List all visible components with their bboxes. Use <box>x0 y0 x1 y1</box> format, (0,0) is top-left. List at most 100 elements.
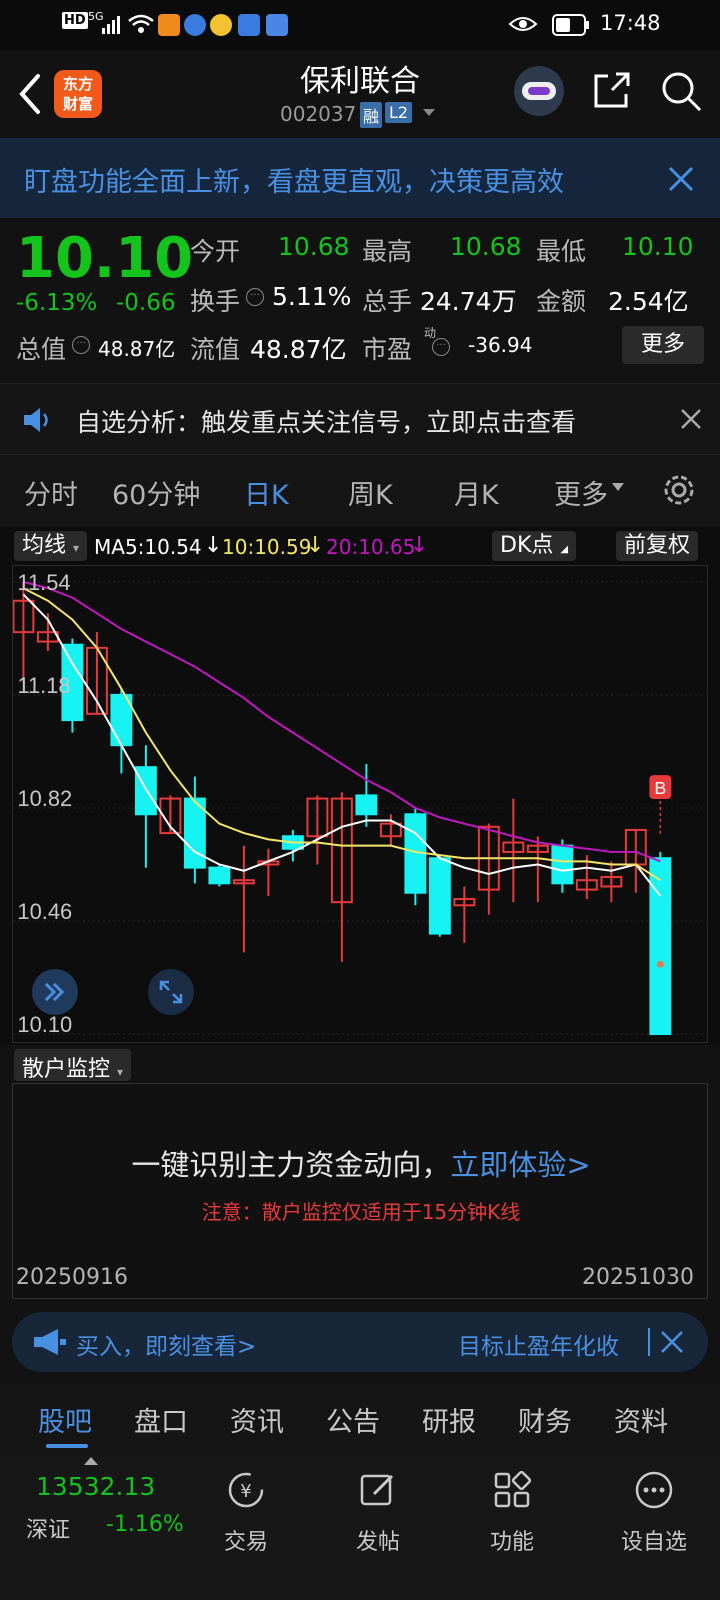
tab-60min[interactable]: 60分钟 <box>112 473 200 512</box>
search-icon[interactable] <box>660 70 702 112</box>
feature-banner[interactable]: 盯盘功能全面上新，看盘更直观，决策更高效 <box>0 138 720 218</box>
close-icon[interactable] <box>680 408 702 430</box>
notice-text: 自选分析：触发重点关注信号，立即点击查看 <box>76 408 577 437</box>
retail-note: 注意：散户监控仅适用于15分钟K线 <box>201 1200 521 1224</box>
bottom-toolbar: 13532.13 深证 -1.16% ¥ 交易 发帖 功能 设自选 <box>0 1450 720 1600</box>
change-percent: -6.13% <box>16 290 98 316</box>
app-notification-icon <box>184 14 206 36</box>
eye-icon <box>508 17 538 31</box>
amount-value: 2.54亿 <box>608 287 689 316</box>
y-tick-label: 11.18 <box>17 673 70 698</box>
ma5-legend: MA5:10.54 <box>94 535 202 559</box>
retail-monitor-panel: 散户监控 ▾ 一键识别主力资金动向，立即体验> 注意：散户监控仅适用于15分钟K… <box>0 1045 720 1315</box>
last-price-dot <box>656 960 664 968</box>
yen-cycle-icon: ¥ <box>228 1472 264 1508</box>
retail-monitor-selector[interactable]: 散户监控 ▾ <box>14 1049 132 1082</box>
index-value[interactable]: 13532.13 <box>36 1472 155 1501</box>
app-notification-icon <box>266 14 288 36</box>
info-icon[interactable]: ··· <box>246 288 264 306</box>
close-icon[interactable] <box>660 1330 684 1354</box>
speaker-icon <box>24 408 48 432</box>
dk-point-toggle[interactable]: DK点 ◢ <box>492 531 577 561</box>
app-notification-icon <box>210 14 232 36</box>
retail-headline: 一键识别主力资金动向， <box>131 1148 451 1182</box>
pe-superscript: 动 <box>424 326 437 340</box>
float-label: 流值 <box>190 335 241 364</box>
tab-forum[interactable]: 股吧 <box>38 1400 92 1439</box>
level2-tag: L2 <box>385 102 413 123</box>
tab-daily-k[interactable]: 日K <box>244 473 289 512</box>
trade-button[interactable]: ¥ 交易 <box>186 1470 306 1556</box>
divider <box>648 1328 650 1356</box>
kline-plot[interactable]: B 11.54 11.18 10.82 10.46 10.10 <box>12 565 708 1043</box>
ma-selector[interactable]: 均线 ▾ <box>14 531 88 561</box>
tab-profile[interactable]: 资料 <box>614 1400 668 1439</box>
buy-marker-label: B <box>654 778 666 798</box>
try-now-link[interactable]: 立即体验> <box>450 1148 590 1182</box>
low-value: 10.10 <box>622 232 694 261</box>
float-value: 48.87亿 <box>250 335 347 364</box>
gear-icon[interactable] <box>660 471 698 509</box>
open-value: 10.68 <box>278 232 350 261</box>
info-icon[interactable]: ··· <box>432 338 450 356</box>
kline-chart[interactable]: 均线 ▾ MA5:10.54 ↓ 10:10.59 ↓ 20:10.65 ↓ D… <box>0 527 720 1045</box>
app-notification-icon <box>238 14 260 36</box>
post-button[interactable]: 发帖 <box>318 1470 438 1556</box>
stock-code: 002037 <box>280 102 357 126</box>
period-tabs: 分时 60分钟 日K 周K 月K 更多 <box>0 455 720 527</box>
tab-intraday[interactable]: 分时 <box>24 473 78 512</box>
tab-announcements[interactable]: 公告 <box>326 1400 380 1439</box>
turnover-value: 5.11% <box>272 282 352 311</box>
promo-bar[interactable]: 买入，即刻查看> 目标止盈年化收 <box>12 1312 708 1372</box>
ma5-arrow-icon: ↓ <box>204 533 223 558</box>
share-icon[interactable] <box>592 70 632 110</box>
change-amount: -0.66 <box>116 290 176 316</box>
close-icon[interactable] <box>668 166 694 192</box>
candle-body <box>649 857 672 1036</box>
price-adjust-selector[interactable]: 前复权 <box>616 531 699 561</box>
candle-body <box>355 794 378 816</box>
tab-monthly-k[interactable]: 月K <box>454 473 499 512</box>
mktcap-label: 总值 <box>16 335 67 364</box>
x-axis-start-date: 20250916 <box>16 1265 128 1290</box>
candle-body <box>428 857 451 935</box>
promo-left-text: 买入，即刻查看> <box>76 1334 257 1360</box>
robot-assistant-icon[interactable] <box>514 66 564 116</box>
ma20-legend: 20:10.65 <box>326 535 416 559</box>
tab-financials[interactable]: 财务 <box>518 1400 572 1439</box>
last-price: 10.10 <box>16 226 194 291</box>
svg-text:¥: ¥ <box>240 1481 251 1502</box>
hd-badge: HD <box>62 12 88 29</box>
tab-orderbook[interactable]: 盘口 <box>134 1400 188 1439</box>
tab-research[interactable]: 研报 <box>422 1400 476 1439</box>
y-tick-label: 10.82 <box>17 786 72 811</box>
ma10-legend: 10:10.59 <box>222 535 312 559</box>
expand-panel-button[interactable] <box>32 969 78 1015</box>
status-bar: HD 5G 17:48 <box>0 0 720 50</box>
functions-button[interactable]: 功能 <box>452 1470 572 1556</box>
caret-up-icon <box>84 1457 98 1465</box>
double-chevron-icon <box>44 982 65 1002</box>
add-watchlist-button[interactable]: 设自选 <box>594 1470 714 1556</box>
clock: 17:48 <box>600 11 661 35</box>
turnover-label: 换手 <box>190 287 241 316</box>
chevron-down-icon[interactable] <box>422 108 436 118</box>
quote-panel: 10.10 -6.13% -0.66 今开 10.68 最高 10.68 最低 … <box>0 218 720 383</box>
caret-down-icon <box>612 483 624 491</box>
pe-value: -36.94 <box>468 333 533 357</box>
candle-body <box>551 844 574 885</box>
more-circle-icon <box>635 1471 673 1509</box>
stock-header: 东方 财富 保利联合 002037 融 L2 <box>0 50 720 138</box>
margin-tag: 融 <box>360 102 383 128</box>
info-icon[interactable]: ··· <box>72 336 90 354</box>
tab-weekly-k[interactable]: 周K <box>348 473 393 512</box>
analysis-notice[interactable]: 自选分析：触发重点关注信号，立即点击查看 <box>0 383 720 455</box>
tab-news[interactable]: 资讯 <box>230 1400 284 1439</box>
tab-more[interactable]: 更多 <box>554 473 608 512</box>
active-tab-indicator <box>46 1444 88 1448</box>
more-button[interactable]: 更多 <box>622 326 704 364</box>
fullscreen-button[interactable] <box>148 969 194 1015</box>
index-change: -1.16% <box>106 1512 184 1537</box>
y-tick-label: 10.10 <box>17 1012 72 1037</box>
high-value: 10.68 <box>450 232 522 261</box>
